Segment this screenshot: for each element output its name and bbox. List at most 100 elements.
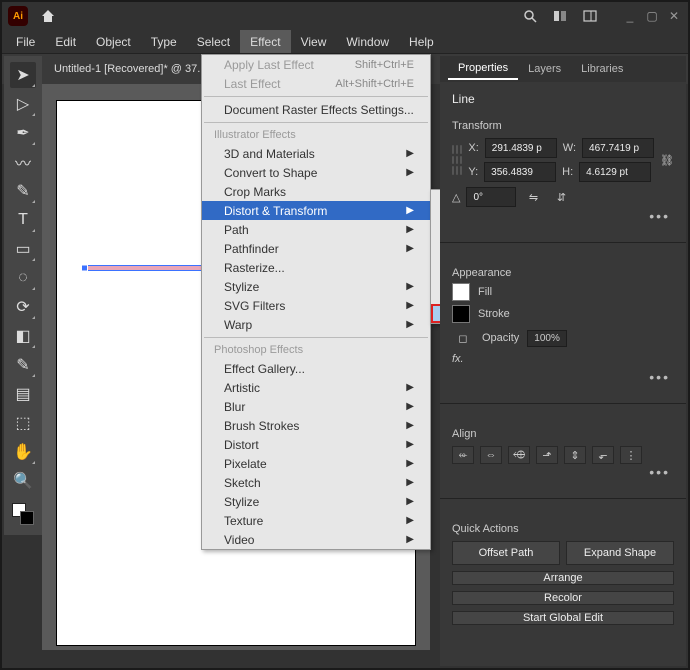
arrange-button[interactable]: Arrange <box>452 571 674 585</box>
home-button[interactable] <box>38 6 58 26</box>
reference-point-grid[interactable] <box>452 145 462 175</box>
photoshop-effects-label: Photoshop Effects <box>202 341 430 359</box>
effect-menu-dropdown: Apply Last EffectShift+Ctrl+E Last Effec… <box>201 54 431 550</box>
artboard-tool[interactable]: ⬚ <box>10 410 36 436</box>
zoom-tool[interactable]: 🔍 <box>10 468 36 494</box>
type-tool[interactable]: T <box>10 207 36 233</box>
menu-3d-materials[interactable]: 3D and Materials▶ <box>202 144 430 163</box>
menu-view[interactable]: View <box>291 30 337 53</box>
menu-effect-gallery[interactable]: Effect Gallery... <box>202 359 430 378</box>
w-label: W: <box>563 142 576 154</box>
fill-stroke-swatches[interactable] <box>12 503 34 525</box>
hand-tool[interactable]: ✋ <box>10 439 36 465</box>
w-input[interactable]: 467.7419 p <box>582 138 654 158</box>
minimize-button[interactable]: _ <box>622 9 638 23</box>
align-left-button[interactable]: ⬰ <box>452 446 474 464</box>
h-input[interactable]: 4.6129 pt <box>579 162 651 182</box>
menu-select[interactable]: Select <box>187 30 240 53</box>
rotate-tool[interactable]: ⟳ <box>10 294 36 320</box>
rectangle-tool[interactable]: ▭ <box>10 236 36 262</box>
y-input[interactable]: 356.4839 <box>484 162 556 182</box>
flip-horizontal-icon[interactable]: ⇋ <box>522 186 544 208</box>
document-tab[interactable]: Untitled-1 [Recovered]* @ 37. <box>46 59 208 79</box>
menu-edit[interactable]: Edit <box>45 30 86 53</box>
align-more-icon[interactable]: ••• <box>452 464 674 480</box>
y-label: Y: <box>468 166 478 178</box>
appearance-more-icon[interactable]: ••• <box>452 369 674 385</box>
quick-actions-heading: Quick Actions <box>452 523 674 535</box>
x-input[interactable]: 291.4839 p <box>485 138 557 158</box>
toolbox: ➤ ▷ ✒ 〰 ✎ T ▭ ◌ ⟳ ◧ ✎ ▤ ⬚ ✋ 🔍 <box>4 56 42 535</box>
pen-tool[interactable]: ✒ <box>10 120 36 146</box>
direct-selection-tool[interactable]: ▷ <box>10 91 36 117</box>
menu-distort-transform[interactable]: Distort & Transform▶ <box>202 201 430 220</box>
arrange-documents-icon[interactable] <box>552 8 568 24</box>
transform-more-icon[interactable]: ••• <box>452 208 674 224</box>
menu-blur[interactable]: Blur▶ <box>202 397 430 416</box>
tab-properties[interactable]: Properties <box>448 58 518 80</box>
opacity-label: Opacity <box>482 332 519 344</box>
menu-rasterize[interactable]: Rasterize... <box>202 258 430 277</box>
gradient-tool[interactable]: ▤ <box>10 381 36 407</box>
recolor-button[interactable]: Recolor <box>452 591 674 605</box>
align-right-button[interactable]: ⬲ <box>508 446 530 464</box>
paintbrush-tool[interactable]: ✎ <box>10 178 36 204</box>
close-button[interactable]: ✕ <box>666 9 682 23</box>
menu-document-raster-settings[interactable]: Document Raster Effects Settings... <box>202 100 430 119</box>
workspace-icon[interactable] <box>582 8 598 24</box>
menu-crop-marks[interactable]: Crop Marks <box>202 182 430 201</box>
menu-sketch[interactable]: Sketch▶ <box>202 473 430 492</box>
tab-layers[interactable]: Layers <box>518 59 571 79</box>
curvature-tool[interactable]: 〰 <box>10 149 36 175</box>
fill-swatch[interactable] <box>452 283 470 301</box>
tab-libraries[interactable]: Libraries <box>571 59 633 79</box>
menu-distort-ps[interactable]: Distort▶ <box>202 435 430 454</box>
menu-object[interactable]: Object <box>86 30 141 53</box>
menu-texture[interactable]: Texture▶ <box>202 511 430 530</box>
properties-panel: Properties Layers Libraries Line Transfo… <box>440 56 686 666</box>
expand-shape-button[interactable]: Expand Shape <box>566 541 674 565</box>
illustrator-effects-label: Illustrator Effects <box>202 126 430 144</box>
selection-type-label: Line <box>452 92 674 106</box>
menu-file[interactable]: File <box>6 30 45 53</box>
selection-tool[interactable]: ➤ <box>10 62 36 88</box>
rotate-input[interactable]: 0° <box>466 187 516 207</box>
transform-heading: Transform <box>452 120 674 132</box>
align-vcenter-button[interactable]: ⇕ <box>564 446 586 464</box>
eyedropper-tool[interactable]: ✎ <box>10 352 36 378</box>
opacity-input[interactable]: 100% <box>527 330 567 347</box>
title-bar: Ai _ ▢ ✕ <box>2 2 688 30</box>
stroke-swatch[interactable] <box>452 305 470 323</box>
start-global-edit-button[interactable]: Start Global Edit <box>452 611 674 625</box>
offset-path-button[interactable]: Offset Path <box>452 541 560 565</box>
menu-video[interactable]: Video▶ <box>202 530 430 549</box>
fill-label: Fill <box>478 286 492 298</box>
menu-brush-strokes[interactable]: Brush Strokes▶ <box>202 416 430 435</box>
menu-type[interactable]: Type <box>141 30 187 53</box>
appearance-heading: Appearance <box>452 267 674 279</box>
constrain-proportions-icon[interactable]: ⛓ <box>660 149 674 171</box>
align-bottom-button[interactable]: ⬐ <box>592 446 614 464</box>
flip-vertical-icon[interactable]: ⇵ <box>550 186 572 208</box>
menu-pixelate[interactable]: Pixelate▶ <box>202 454 430 473</box>
menu-help[interactable]: Help <box>399 30 444 53</box>
menu-pathfinder[interactable]: Pathfinder▶ <box>202 239 430 258</box>
menu-warp[interactable]: Warp▶ <box>202 315 430 334</box>
menu-stylize-ai[interactable]: Stylize▶ <box>202 277 430 296</box>
menu-convert-to-shape[interactable]: Convert to Shape▶ <box>202 163 430 182</box>
eraser-tool[interactable]: ◌ <box>10 265 36 291</box>
menu-path[interactable]: Path▶ <box>202 220 430 239</box>
distribute-button[interactable]: ⋮ <box>620 446 642 464</box>
align-hcenter-button[interactable]: ⇔ <box>480 446 502 464</box>
restore-button[interactable]: ▢ <box>644 9 660 23</box>
menu-stylize-ps[interactable]: Stylize▶ <box>202 492 430 511</box>
menu-apply-last-effect: Apply Last EffectShift+Ctrl+E <box>202 55 430 74</box>
fx-label[interactable]: fx. <box>452 353 464 365</box>
menu-svg-filters[interactable]: SVG Filters▶ <box>202 296 430 315</box>
menu-artistic[interactable]: Artistic▶ <box>202 378 430 397</box>
align-top-button[interactable]: ⬏ <box>536 446 558 464</box>
menu-effect[interactable]: Effect <box>240 30 290 53</box>
search-icon[interactable] <box>522 8 538 24</box>
shape-builder-tool[interactable]: ◧ <box>10 323 36 349</box>
menu-window[interactable]: Window <box>336 30 399 53</box>
